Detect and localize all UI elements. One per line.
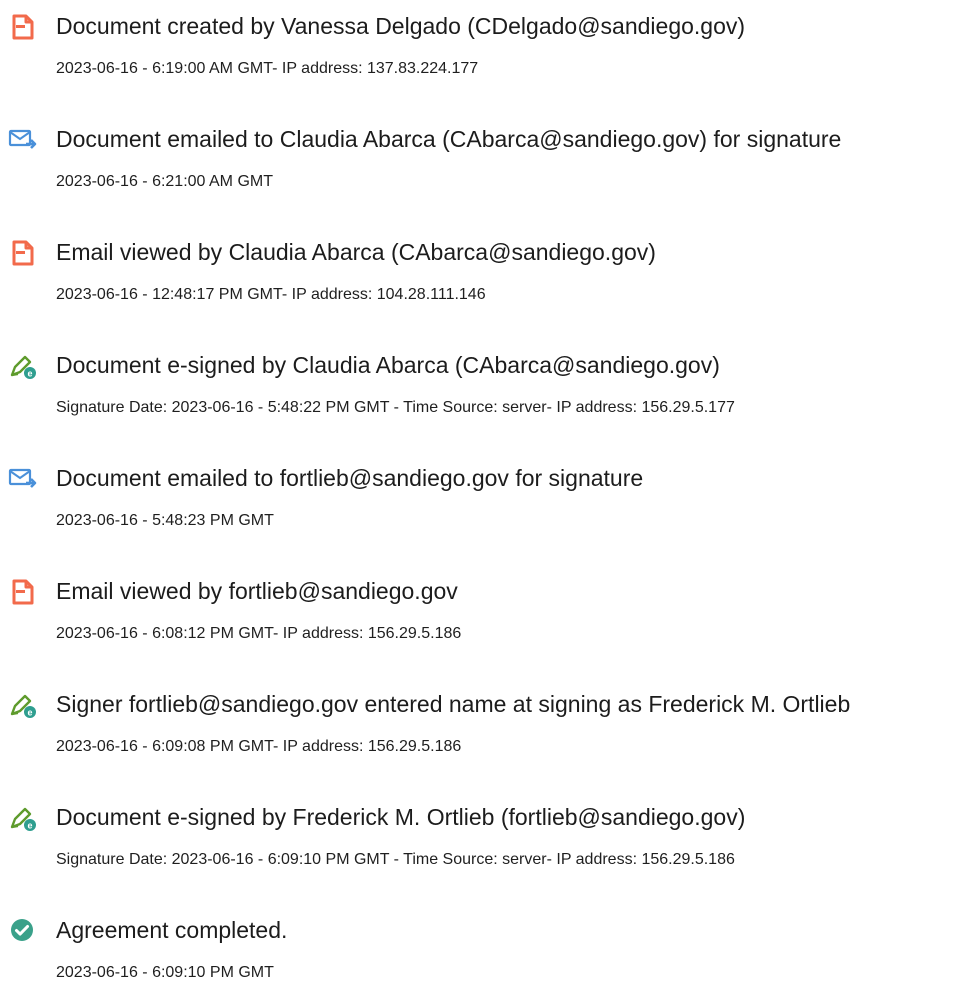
event-detail: 2023-06-16 - 6:09:08 PM GMT- IP address:… [56,738,462,755]
event-detail: Signature Date: 2023-06-16 - 5:48:22 PM … [56,399,735,416]
audit-event: e Document e-signed by Frederick M. Ortl… [0,803,977,893]
e-sign-icon: e [8,690,38,720]
event-detail: 2023-06-16 - 6:09:10 PM GMT [56,964,274,981]
email-sent-icon [8,125,38,155]
event-title: Document e-signed by Claudia Abarca (CAb… [56,352,720,378]
event-title: Document e-signed by Frederick M. Ortlie… [56,804,746,830]
audit-event: Document created by Vanessa Delgado (CDe… [0,12,977,102]
e-sign-icon: e [8,351,38,381]
audit-event: Document emailed to fortlieb@sandiego.go… [0,464,977,554]
event-title: Email viewed by fortlieb@sandiego.gov [56,578,458,604]
audit-event: Email viewed by Claudia Abarca (CAbarca@… [0,238,977,328]
event-detail: 2023-06-16 - 5:48:23 PM GMT [56,512,274,529]
event-detail: 2023-06-16 - 12:48:17 PM GMT- IP address… [56,286,486,303]
svg-text:e: e [27,369,32,379]
event-title: Document emailed to fortlieb@sandiego.go… [56,465,644,491]
e-sign-icon: e [8,803,38,833]
event-title: Signer fortlieb@sandiego.gov entered nam… [56,691,851,717]
audit-event: Agreement completed. 2023-06-16 - 6:09:1… [0,916,977,1006]
event-detail: 2023-06-16 - 6:21:00 AM GMT [56,173,273,190]
document-icon [8,12,38,42]
event-detail: Signature Date: 2023-06-16 - 6:09:10 PM … [56,851,735,868]
audit-event: e Signer fortlieb@sandiego.gov entered n… [0,690,977,780]
audit-event: Document emailed to Claudia Abarca (CAba… [0,125,977,215]
event-title: Document emailed to Claudia Abarca (CAba… [56,126,842,152]
svg-text:e: e [27,821,32,831]
event-title: Email viewed by Claudia Abarca (CAbarca@… [56,239,656,265]
event-detail: 2023-06-16 - 6:19:00 AM GMT- IP address:… [56,60,479,77]
audit-event: e Document e-signed by Claudia Abarca (C… [0,351,977,441]
event-title: Document created by Vanessa Delgado (CDe… [56,13,746,39]
event-title: Agreement completed. [56,917,288,943]
svg-text:e: e [27,708,32,718]
check-circle-icon [8,916,38,946]
document-icon [8,238,38,268]
audit-event: Email viewed by fortlieb@sandiego.gov 20… [0,577,977,667]
event-detail: 2023-06-16 - 6:08:12 PM GMT- IP address:… [56,625,462,642]
email-sent-icon [8,464,38,494]
document-icon [8,577,38,607]
